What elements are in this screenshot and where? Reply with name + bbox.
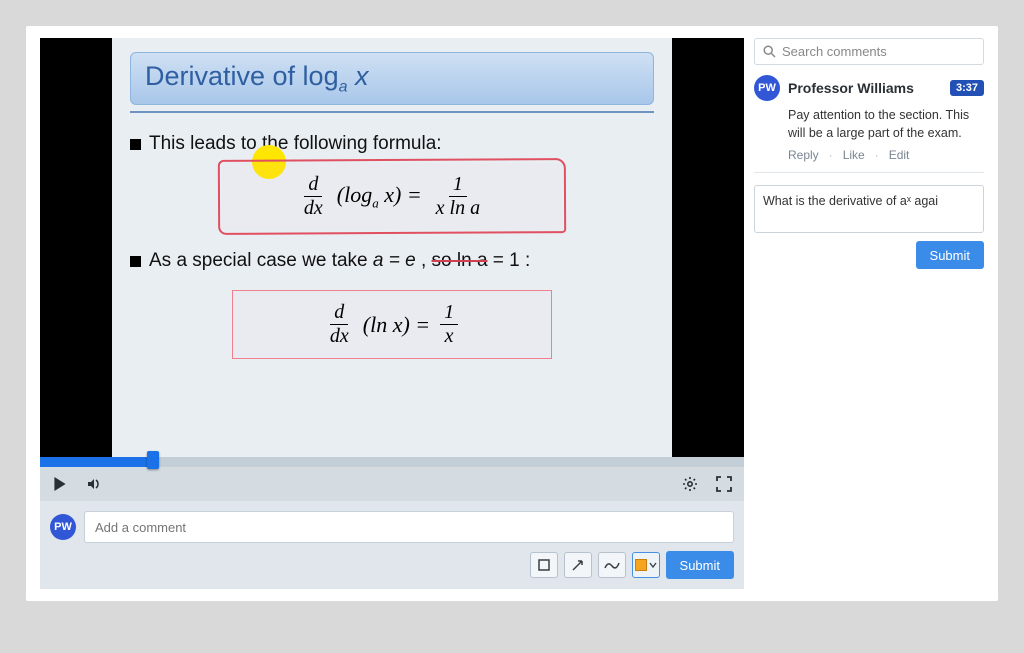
- reply-draft-input[interactable]: What is the derivative of aˣ agai: [754, 185, 984, 233]
- arrow-tool[interactable]: [564, 552, 592, 578]
- video-pillar-right: [672, 38, 744, 457]
- comment-timestamp[interactable]: 3:37: [950, 80, 984, 96]
- play-button[interactable]: [50, 474, 70, 494]
- color-tool[interactable]: [632, 552, 660, 578]
- edit-action[interactable]: Edit: [889, 148, 910, 162]
- volume-button[interactable]: [84, 474, 104, 494]
- commenter-avatar: PW: [754, 75, 780, 101]
- comment-item: PW Professor Williams 3:37 Pay attention…: [754, 75, 984, 173]
- like-action[interactable]: Like: [843, 148, 865, 162]
- commenter-name: Professor Williams: [788, 80, 942, 96]
- add-comment-input[interactable]: [84, 511, 734, 543]
- avatar: PW: [50, 514, 76, 540]
- reply-submit-button[interactable]: Submit: [916, 241, 984, 269]
- annotation-toolbar: Submit: [50, 551, 734, 579]
- comment-body: Pay attention to the section. This will …: [788, 107, 984, 142]
- formula-box-1: ddx (loga x) = 1x ln a: [222, 163, 562, 230]
- bullet-icon: [130, 139, 141, 150]
- slide-content: Derivative of loga x This leads to the f…: [112, 38, 672, 457]
- video-area: Derivative of loga x This leads to the f…: [40, 38, 744, 457]
- formula-2: ddx (ln x) = 1x: [263, 301, 521, 348]
- hand-annotation: [218, 158, 566, 235]
- video-pillar-left: [40, 38, 112, 457]
- slide-title-sub: a: [339, 78, 348, 95]
- search-comments[interactable]: Search comments: [754, 38, 984, 65]
- comment-submit-button[interactable]: Submit: [666, 551, 734, 579]
- progress-handle[interactable]: [147, 451, 159, 469]
- slide-bullet-1: This leads to the following formula:: [130, 133, 654, 155]
- video-panel: Derivative of loga x This leads to the f…: [40, 38, 744, 589]
- progress-bar[interactable]: [40, 457, 744, 467]
- formula-box-2: ddx (ln x) = 1x: [232, 290, 552, 359]
- slide-title-text: Derivative of log: [145, 61, 339, 91]
- slide-title-var: x: [348, 61, 369, 91]
- slide-title: Derivative of loga x: [130, 52, 654, 105]
- freehand-tool[interactable]: [598, 552, 626, 578]
- slide-bullet-2: As a special case we take a = e , so ln …: [130, 250, 654, 272]
- reply-action[interactable]: Reply: [788, 148, 819, 162]
- fullscreen-button[interactable]: [714, 474, 734, 494]
- rect-tool[interactable]: [530, 552, 558, 578]
- settings-button[interactable]: [680, 474, 700, 494]
- slide-divider: [130, 111, 654, 113]
- search-icon: [763, 45, 776, 58]
- comments-sidebar: Search comments PW Professor Williams 3:…: [754, 38, 984, 589]
- progress-fill: [40, 457, 153, 467]
- app-frame: Derivative of loga x This leads to the f…: [26, 26, 998, 601]
- bullet1-text: This leads to the following formula:: [149, 133, 442, 155]
- comment-actions: Reply· Like· Edit: [788, 148, 984, 162]
- search-placeholder: Search comments: [782, 44, 887, 59]
- bullet-icon: [130, 256, 141, 267]
- comment-bar: PW Submit: [40, 501, 744, 589]
- player-controls: [40, 467, 744, 501]
